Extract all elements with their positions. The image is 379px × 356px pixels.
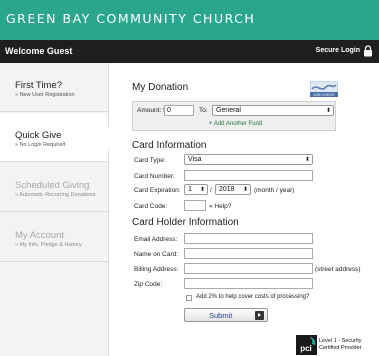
sidebar-item-subtitle: » Automatic Recurring Donations <box>15 192 96 198</box>
select-caret-icon: ⬍ <box>242 187 248 193</box>
month-year-hint: (month / year) <box>254 187 295 194</box>
expiration-year-select[interactable]: 2018 ⬍ <box>215 184 251 195</box>
sidebar-item-first-time[interactable]: First Time? » New User Registration <box>0 63 108 112</box>
cover-costs-label: Add 2% to help cover costs of processing… <box>196 294 310 300</box>
sidebar-item-title: My Account <box>15 230 65 241</box>
card-type-value: Visa <box>188 156 202 163</box>
name-on-card-input[interactable] <box>184 248 313 259</box>
street-address-hint: (street address) <box>315 266 361 273</box>
card-type-label: Card Type: <box>134 157 166 164</box>
zip-code-label: Zip Code: <box>134 281 163 288</box>
top-bar: Welcome Guest Secure Login <box>0 40 379 63</box>
sidebar-item-title: First Time? <box>15 80 62 91</box>
pci-badge: pci Level 1 - Security Certified Provide… <box>296 335 376 355</box>
card-type-select[interactable]: Visa ⬍ <box>184 154 313 165</box>
church-name: GREEN BAY COMMUNITY CHURCH <box>6 11 256 26</box>
expiration-month-value: 1 <box>188 186 192 193</box>
sidebar-item-scheduled-giving[interactable]: Scheduled Giving » Automatic Recurring D… <box>0 163 108 212</box>
use-check-icon[interactable]: USE CHECK <box>310 81 338 97</box>
select-caret-icon: ⬍ <box>325 108 331 114</box>
card-expiration-label: Card Expiration: <box>134 187 181 194</box>
sidebar-item-subtitle: » New User Registration <box>15 92 75 98</box>
my-donation-heading: My Donation <box>132 82 189 93</box>
sidebar: First Time? » New User Registration Quic… <box>0 63 115 356</box>
expiration-slash: / <box>210 187 212 194</box>
pci-level-text: Level 1 - Security <box>319 338 362 344</box>
card-code-help-link[interactable]: « Help? <box>209 203 231 210</box>
fund-select-value: General <box>216 107 241 114</box>
add-another-fund-link[interactable]: + Add Another Fund <box>209 121 262 127</box>
lock-icon[interactable] <box>363 45 373 57</box>
amount-input[interactable]: 0 <box>164 105 194 116</box>
submit-label: Submit <box>209 311 233 320</box>
welcome-text: Welcome Guest <box>5 46 73 56</box>
fund-select[interactable]: General ⬍ <box>212 105 334 116</box>
donation-form: My Donation USE CHECK Amount: $ 0 To: Ge… <box>109 63 379 356</box>
sidebar-item-quick-give[interactable]: Quick Give » No Login Required <box>0 113 115 162</box>
email-input[interactable] <box>184 233 313 244</box>
sidebar-item-subtitle: » No Login Required <box>15 142 66 148</box>
site-header: GREEN BAY COMMUNITY CHURCH <box>0 0 379 40</box>
select-caret-icon: ⬍ <box>304 157 310 163</box>
sidebar-item-my-account[interactable]: My Account » My Info, Pledge & History <box>0 213 108 262</box>
zip-code-input[interactable] <box>184 278 313 289</box>
secure-login-link[interactable]: Secure Login <box>316 47 360 54</box>
card-code-input[interactable] <box>184 200 206 211</box>
submit-button[interactable]: Submit <box>184 308 268 322</box>
sidebar-item-title: Scheduled Giving <box>15 180 90 191</box>
billing-address-label: Billing Address: <box>134 266 179 273</box>
pci-text: Level 1 - Security Certified Provider <box>319 338 362 352</box>
svg-text:USE CHECK: USE CHECK <box>314 93 336 97</box>
card-holder-heading: Card Holder Information <box>132 217 239 228</box>
cover-costs-checkbox[interactable] <box>186 295 192 301</box>
arrow-right-icon <box>255 311 264 320</box>
svg-text:pci: pci <box>300 344 312 353</box>
expiration-month-select[interactable]: 1 ⬍ <box>184 184 208 195</box>
card-information-heading: Card Information <box>132 140 207 151</box>
name-on-card-label: Name on Card: <box>134 251 179 258</box>
email-label: Email Address: <box>134 236 178 243</box>
select-caret-icon: ⬍ <box>199 187 205 193</box>
donation-box: Amount: $ 0 To: General ⬍ + Add Another … <box>132 101 336 131</box>
card-number-input[interactable] <box>184 170 313 181</box>
sidebar-item-title: Quick Give <box>15 130 62 141</box>
sidebar-item-subtitle: » My Info, Pledge & History <box>15 242 82 248</box>
to-label: To: <box>199 107 208 114</box>
pci-shield-icon: pci <box>296 335 317 355</box>
expiration-year-value: 2018 <box>219 186 235 193</box>
card-number-label: Card Number: <box>134 173 175 180</box>
billing-address-input[interactable] <box>184 263 313 274</box>
amount-label: Amount: $ <box>137 107 167 114</box>
pci-certified-text: Certified Provider <box>319 345 362 351</box>
card-code-label: Card Code: <box>134 203 168 210</box>
